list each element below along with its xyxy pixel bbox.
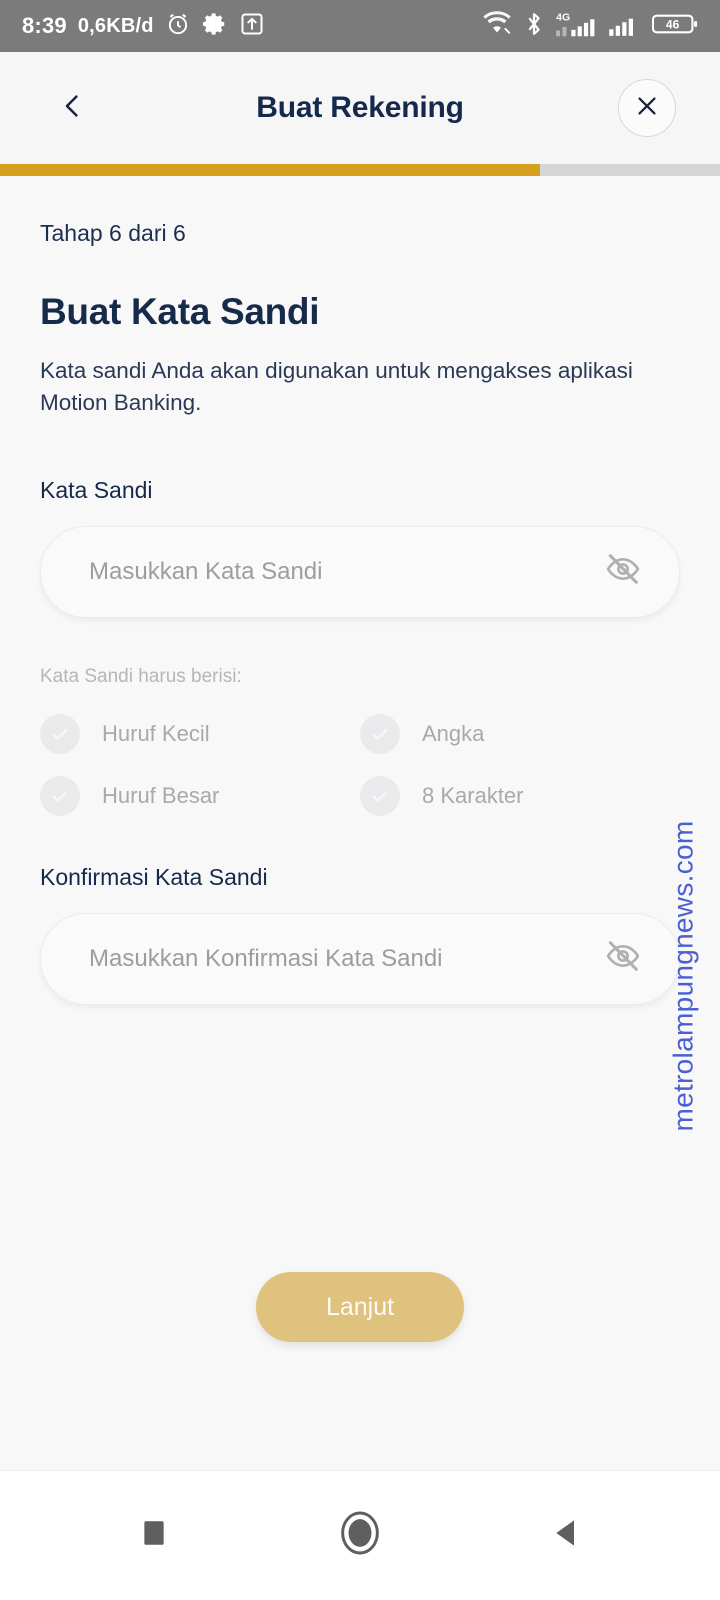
gear-icon xyxy=(202,11,228,42)
check-circle-icon xyxy=(40,713,80,754)
check-circle-icon xyxy=(360,775,400,816)
bluetooth-icon xyxy=(524,10,544,43)
watermark: metrolampungnews.com xyxy=(667,820,699,1132)
upload-box-icon xyxy=(239,11,265,42)
alarm-clock-icon xyxy=(165,11,191,42)
android-navigation-bar xyxy=(0,1471,720,1600)
requirement-item: 8 Karakter xyxy=(360,775,680,816)
app-header: Buat Rekening xyxy=(0,52,720,164)
battery-icon: 46 xyxy=(651,11,698,42)
status-bar-right: 4G 46 xyxy=(482,10,698,43)
submit-button-area: Lanjut xyxy=(0,1272,720,1342)
content-bottom-edge xyxy=(0,1455,720,1471)
signal-4g-icon: 4G xyxy=(556,10,596,43)
requirement-label: Angka xyxy=(422,720,485,746)
check-circle-icon xyxy=(360,713,400,754)
confirm-password-visibility-toggle[interactable] xyxy=(597,933,649,985)
recents-button[interactable] xyxy=(119,1501,189,1571)
requirements-caption: Kata Sandi harus berisi: xyxy=(40,665,242,687)
square-icon xyxy=(141,1518,167,1553)
main-content: Tahap 6 dari 6 Buat Kata Sandi Kata sand… xyxy=(0,176,720,1005)
eye-off-icon xyxy=(604,937,642,980)
page-title: Buat Rekening xyxy=(256,91,464,124)
close-icon xyxy=(633,92,661,125)
confirm-password-input-container[interactable] xyxy=(40,912,680,1005)
password-label: Kata Sandi xyxy=(40,476,153,503)
circle-icon xyxy=(338,1509,382,1562)
check-circle-icon xyxy=(40,775,80,816)
close-button[interactable] xyxy=(618,79,676,137)
confirm-password-label: Konfirmasi Kata Sandi xyxy=(40,863,268,890)
requirement-label: Huruf Besar xyxy=(102,782,220,808)
continue-button[interactable]: Lanjut xyxy=(256,1272,464,1342)
wifi-icon xyxy=(482,10,512,42)
progress-bar-track xyxy=(0,164,720,176)
chevron-left-icon xyxy=(57,91,87,126)
phone-screen: 8:39 0,6KB/d 4G 46 Buat Rekening Tahap 6… xyxy=(0,0,720,1600)
progress-bar-fill xyxy=(0,164,540,176)
password-requirements: Kata Sandi harus berisi: Huruf Kecil Ang… xyxy=(40,666,680,816)
back-button[interactable] xyxy=(50,86,94,130)
status-bar-data-rate: 0,6KB/d xyxy=(77,14,154,37)
section-description: Kata sandi Anda akan digunakan untuk men… xyxy=(40,358,633,415)
eye-off-icon xyxy=(604,550,642,593)
password-input-container[interactable] xyxy=(40,525,680,618)
home-button[interactable] xyxy=(325,1501,395,1571)
triangle-back-icon xyxy=(551,1517,581,1554)
battery-level-text: 46 xyxy=(666,17,680,31)
password-visibility-toggle[interactable] xyxy=(597,546,649,598)
signal-icon xyxy=(608,11,640,42)
requirement-item: Huruf Besar xyxy=(40,775,360,816)
requirement-label: Huruf Kecil xyxy=(102,720,210,746)
confirm-password-field-group: Konfirmasi Kata Sandi xyxy=(40,864,680,1005)
back-nav-button[interactable] xyxy=(531,1501,601,1571)
confirm-password-input[interactable] xyxy=(89,944,597,973)
requirement-label: 8 Karakter xyxy=(422,782,524,808)
requirement-item: Angka xyxy=(360,713,680,754)
requirements-grid: Huruf Kecil Angka Huruf Besar 8 Karakter xyxy=(40,713,680,816)
status-bar-time: 8:39 xyxy=(22,13,67,38)
step-indicator: Tahap 6 dari 6 xyxy=(40,220,186,246)
password-input[interactable] xyxy=(89,557,597,586)
section-title: Buat Kata Sandi xyxy=(40,291,320,332)
requirement-item: Huruf Kecil xyxy=(40,713,360,754)
status-bar-left: 8:39 0,6KB/d xyxy=(22,11,265,42)
password-field-group: Kata Sandi xyxy=(40,477,680,618)
status-bar: 8:39 0,6KB/d 4G 46 xyxy=(0,0,720,52)
svg-text:4G: 4G xyxy=(556,11,570,23)
